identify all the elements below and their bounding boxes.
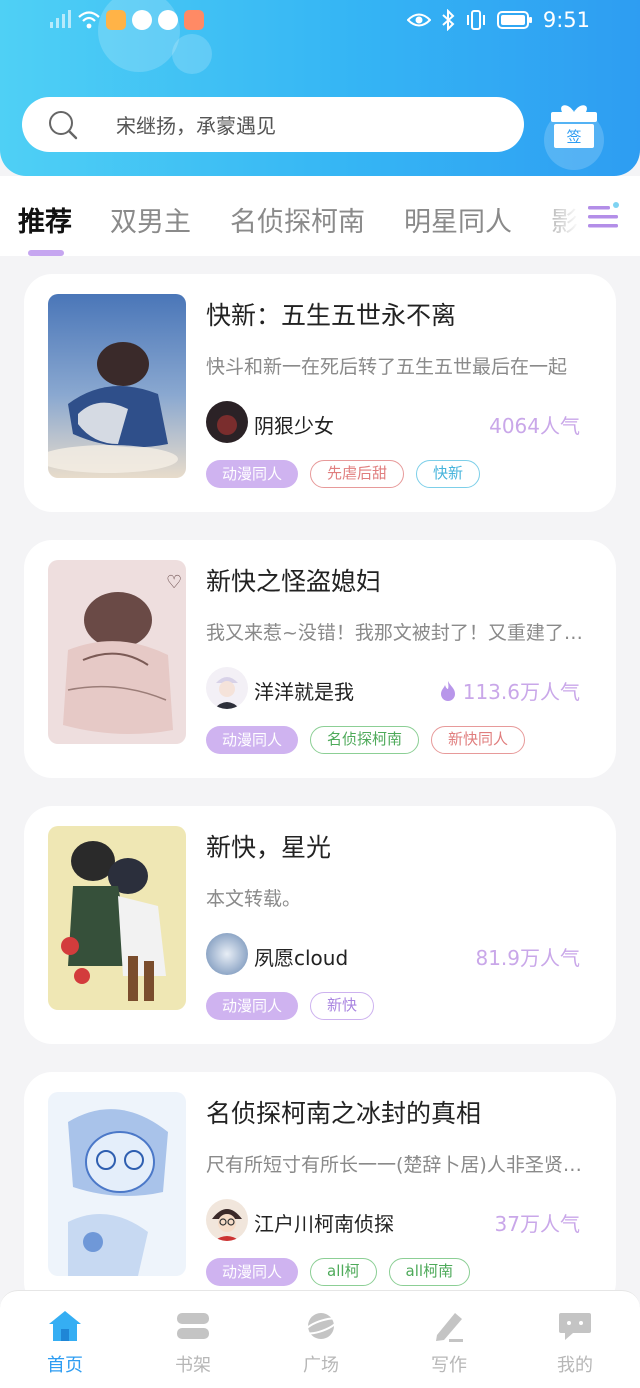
- tag[interactable]: all柯: [310, 1258, 377, 1286]
- cover-illustration: [48, 1092, 186, 1276]
- search-placeholder: 宋继扬，承蒙遇见: [116, 114, 276, 138]
- book-cover[interactable]: [48, 826, 186, 1010]
- book-cover[interactable]: [48, 294, 186, 478]
- tab-celebrity-fanfic[interactable]: 明星同人: [404, 200, 512, 239]
- popularity: 81.9万人气: [475, 942, 580, 971]
- book-card[interactable]: 新快，星光 本文转载。 夙愿cloud 81.9万人气 动漫同人 新快: [24, 806, 616, 1044]
- popularity: 113.6万人气: [439, 676, 580, 705]
- book-title[interactable]: 名侦探柯南之冰封的真相: [206, 1094, 481, 1130]
- wifi-icon: [78, 11, 100, 29]
- tag-list: 动漫同人 名侦探柯南 新快同人: [206, 726, 526, 754]
- book-cover[interactable]: ♡: [48, 560, 186, 744]
- nav-mine-label: 我的: [557, 1355, 593, 1376]
- book-cover[interactable]: [48, 1092, 186, 1276]
- header: 9:51 宋继扬，承蒙遇见 签: [0, 0, 640, 176]
- tag[interactable]: 快新: [416, 460, 481, 488]
- popularity: 4064人气: [489, 410, 580, 439]
- signal-icon: [50, 10, 71, 28]
- nav-bookshelf-label: 书架: [175, 1355, 211, 1376]
- fire-icon: [440, 680, 455, 701]
- tag-list: 动漫同人 all柯 all柯南: [206, 1258, 471, 1286]
- popularity-value: 81.9万人气: [475, 946, 580, 970]
- nav-home-label: 首页: [47, 1355, 83, 1376]
- tab-double-male[interactable]: 双男主: [110, 200, 191, 239]
- tag-list: 动漫同人 新快: [206, 992, 375, 1020]
- book-description: 尺有所短寸有所长一一(楚辞卜居)人非圣贤孰能无过: [206, 1154, 598, 1176]
- book-card[interactable]: 名侦探柯南之冰封的真相 尺有所短寸有所长一一(楚辞卜居)人非圣贤孰能无过 江户川…: [24, 1072, 616, 1310]
- browser-icon: [132, 10, 152, 30]
- tag[interactable]: all柯南: [388, 1258, 471, 1286]
- cover-illustration: [48, 826, 186, 1010]
- tag[interactable]: 先虐后甜: [310, 460, 405, 488]
- author-avatar[interactable]: [206, 667, 248, 709]
- eye-icon: [406, 13, 431, 27]
- tag[interactable]: 新快同人: [431, 726, 526, 754]
- chat-bubble-icon: [559, 1313, 591, 1340]
- tag[interactable]: 动漫同人: [206, 726, 299, 754]
- app-notification-icon: [184, 10, 204, 30]
- tag-list: 动漫同人 先虐后甜 快新: [206, 460, 481, 488]
- book-card[interactable]: ♡ 新快之怪盗媳妇 我又来惹~没错！我那文被封了！又重建了一个 洋洋就是我 11…: [24, 540, 616, 778]
- tag[interactable]: 名侦探柯南: [310, 726, 420, 754]
- book-title[interactable]: 快新：五生五世永不离: [206, 296, 456, 332]
- book-description: 本文转载。: [206, 888, 302, 910]
- tab-detective-conan[interactable]: 名侦探柯南: [230, 200, 365, 239]
- nav-bookshelf[interactable]: 书架: [148, 1309, 238, 1377]
- gift-sign-in-button[interactable]: 签: [550, 102, 598, 152]
- cover-illustration: [48, 294, 186, 478]
- tag[interactable]: 动漫同人: [206, 992, 299, 1020]
- tag[interactable]: 动漫同人: [206, 460, 299, 488]
- bluetooth-icon: [442, 9, 455, 31]
- author-name[interactable]: 阴狠少女: [254, 410, 334, 439]
- nav-home[interactable]: 首页: [20, 1309, 110, 1377]
- book-title[interactable]: 新快，星光: [206, 828, 331, 864]
- pen-icon: [436, 1313, 463, 1342]
- tag[interactable]: 动漫同人: [206, 1258, 299, 1286]
- search-icon: [49, 111, 78, 140]
- tabs-fade: [530, 176, 640, 256]
- book-description: 快斗和新一在死后转了五生五世最后在一起: [206, 356, 568, 378]
- bookshelf-icon: [177, 1313, 209, 1339]
- book-card[interactable]: 快新：五生五世永不离 快斗和新一在死后转了五生五世最后在一起 阴狠少女 4064…: [24, 274, 616, 512]
- planet-icon: [303, 1313, 339, 1339]
- nav-mine[interactable]: 我的: [530, 1309, 620, 1377]
- cover-illustration: ♡: [48, 560, 186, 744]
- search-input[interactable]: 宋继扬，承蒙遇见: [22, 97, 524, 152]
- popularity: 37万人气: [495, 1208, 580, 1237]
- status-time: 9:51: [542, 8, 590, 32]
- browser-icon: [158, 10, 178, 30]
- svg-text:♡: ♡: [166, 572, 182, 593]
- category-menu-icon[interactable]: [586, 200, 622, 234]
- nav-write[interactable]: 写作: [404, 1309, 494, 1377]
- popularity-value: 4064人气: [489, 414, 580, 438]
- book-title[interactable]: 新快之怪盗媳妇: [206, 562, 381, 598]
- nav-square-label: 广场: [303, 1355, 339, 1376]
- author-name[interactable]: 洋洋就是我: [254, 676, 354, 705]
- author-avatar[interactable]: [206, 933, 248, 975]
- weibo-icon: [106, 10, 126, 30]
- author-name[interactable]: 江户川柯南侦探: [254, 1208, 394, 1237]
- nav-square[interactable]: 广场: [276, 1309, 366, 1377]
- status-bar: 9:51: [0, 0, 640, 44]
- tab-recommend[interactable]: 推荐: [18, 200, 72, 239]
- home-icon: [49, 1311, 81, 1341]
- author-name[interactable]: 夙愿cloud: [254, 942, 348, 971]
- nav-write-label: 写作: [431, 1355, 467, 1376]
- battery-icon: [496, 11, 532, 29]
- gift-icon: 签: [551, 105, 597, 148]
- author-avatar[interactable]: [206, 1199, 248, 1241]
- popularity-value: 113.6万人气: [462, 680, 580, 704]
- bottom-nav: 首页 书架 广场 写作 我的: [0, 1290, 640, 1388]
- author-avatar[interactable]: [206, 401, 248, 443]
- vibrate-icon: [466, 10, 485, 30]
- active-tab-indicator: [28, 250, 64, 256]
- gift-label: 签: [566, 128, 581, 146]
- tag[interactable]: 新快: [310, 992, 375, 1020]
- book-description: 我又来惹~没错！我那文被封了！又重建了一个: [206, 622, 598, 644]
- popularity-value: 37万人气: [494, 1212, 580, 1236]
